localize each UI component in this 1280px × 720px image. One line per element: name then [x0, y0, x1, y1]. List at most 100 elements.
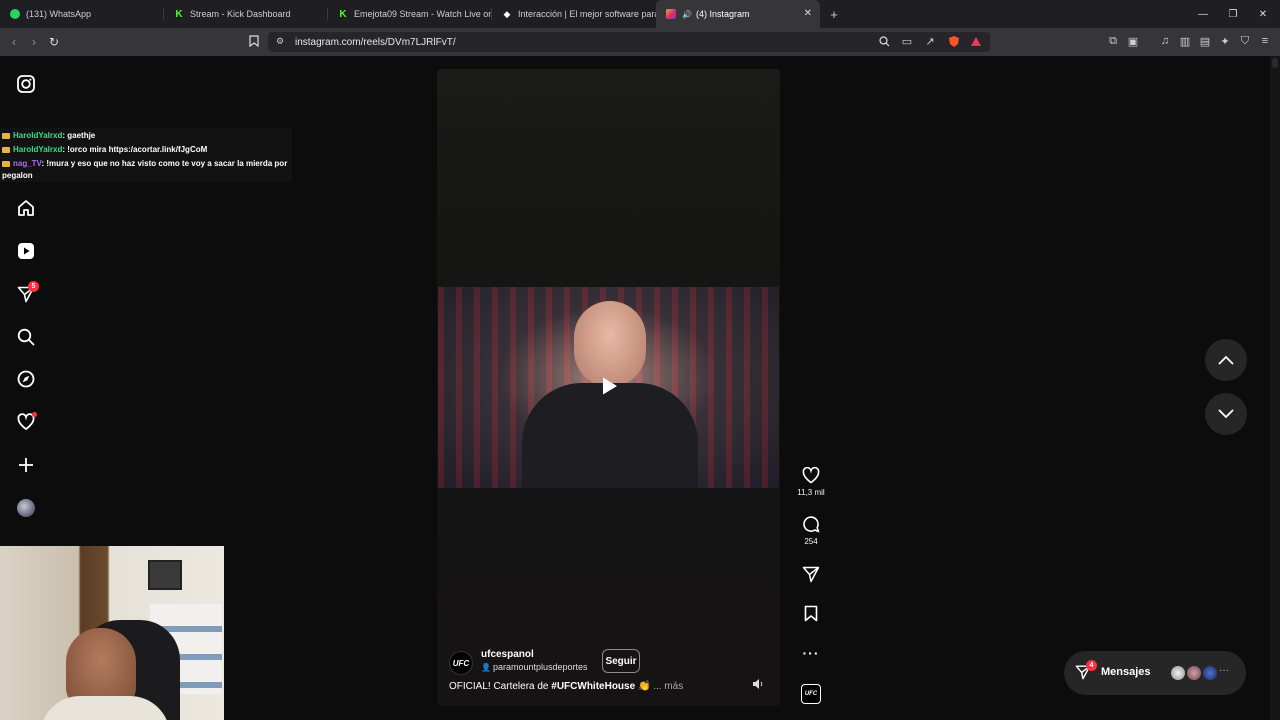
- home-icon[interactable]: [14, 196, 38, 220]
- reels-icon[interactable]: [14, 239, 38, 263]
- kick-icon: K: [175, 8, 183, 20]
- chevron-down-icon: [1218, 409, 1234, 419]
- kick-icon: K: [339, 8, 347, 20]
- notifications-heart-icon[interactable]: [14, 410, 38, 434]
- reload-button[interactable]: ↻: [44, 28, 64, 56]
- account-avatar[interactable]: UFC: [449, 651, 473, 675]
- notification-badge: 5: [28, 281, 39, 292]
- webcam-poster: [148, 560, 182, 590]
- reel-caption[interactable]: OFICIAL! Cartelera de #UFCWhiteHouse 👏 .…: [449, 681, 683, 692]
- reel-video-frame[interactable]: [438, 287, 779, 488]
- share-action[interactable]: [795, 562, 827, 586]
- collaborator-name: paramountplusdeportes: [492, 662, 588, 672]
- tab-instagram[interactable]: 🔊 (4) Instagram ✕: [656, 0, 820, 28]
- minimize-button[interactable]: —: [1188, 0, 1218, 28]
- previous-reel-button[interactable]: [1205, 339, 1247, 381]
- messages-badge: 4: [1086, 660, 1097, 671]
- comment-action[interactable]: 254: [795, 512, 827, 546]
- message-avatar: [1202, 665, 1218, 681]
- site-info-icon[interactable]: ⚙: [276, 36, 284, 47]
- chat-text: : !orco mira https:/acortar.link/fJgCoM: [62, 145, 208, 154]
- sidebar-toggle-icon[interactable]: ▥: [1178, 34, 1192, 48]
- forward-button[interactable]: ›: [24, 28, 44, 56]
- audio-thumbnail[interactable]: UFC: [801, 684, 821, 704]
- save-action[interactable]: [795, 601, 827, 625]
- url-text: instagram.com/reels/DVm7LJRlFvT/: [295, 36, 456, 48]
- chat-badge-icon: [2, 146, 10, 153]
- collaborator-label[interactable]: 👤 paramountplusdeportes: [481, 662, 588, 672]
- new-tab-button[interactable]: +: [824, 7, 844, 22]
- instagram-icon: [666, 9, 676, 19]
- brave-rewards-icon[interactable]: [969, 34, 983, 48]
- cast-icon[interactable]: ▭: [900, 34, 914, 48]
- notification-dot: [32, 412, 37, 417]
- maximize-button[interactable]: ❐: [1218, 0, 1248, 28]
- audio-thumbnail-wrap: UFC: [795, 682, 827, 706]
- diamond-icon: ◆: [503, 8, 511, 19]
- zoom-icon[interactable]: [877, 34, 891, 48]
- wallet-icon[interactable]: ▣: [1126, 34, 1140, 48]
- scrollbar-thumb[interactable]: [1272, 58, 1278, 68]
- profile-avatar[interactable]: [14, 496, 38, 520]
- chat-username: HaroldYalrxd: [13, 145, 63, 154]
- caption-more-link[interactable]: ... más: [653, 681, 683, 692]
- chat-badge-icon: [2, 132, 10, 139]
- tab-kick-stream[interactable]: K Emejota09 Stream - Watch Live on Ki: [328, 0, 492, 28]
- back-button[interactable]: ‹: [4, 28, 24, 56]
- page-scrollbar[interactable]: [1270, 56, 1280, 720]
- tab-whatsapp[interactable]: (131) WhatsApp: [0, 0, 164, 28]
- reel-player[interactable]: UFC ufcespanol 👤 paramountplusdeportes Se…: [437, 69, 780, 706]
- person-icon: 👤: [481, 663, 491, 672]
- follow-button[interactable]: Seguir: [602, 649, 640, 673]
- heart-icon[interactable]: [795, 463, 827, 487]
- send-icon[interactable]: [795, 562, 827, 586]
- tab-interaccion[interactable]: ◆ Interacción | El mejor software para p: [492, 0, 656, 28]
- menu-icon[interactable]: ≡: [1258, 34, 1272, 48]
- tab-label: Stream - Kick Dashboard: [190, 9, 291, 19]
- browser-tab-bar: (131) WhatsApp K Stream - Kick Dashboard…: [0, 0, 1280, 28]
- like-action[interactable]: 11,3 mil: [795, 463, 827, 497]
- close-tab-icon[interactable]: ✕: [804, 8, 812, 19]
- tab-label: Interacción | El mejor software para p: [518, 9, 656, 19]
- comment-icon[interactable]: [795, 512, 827, 536]
- browser-toolbar: ‹ › ↻ ⚙ instagram.com/reels/DVm7LJRlFvT/…: [0, 28, 1280, 56]
- search-icon[interactable]: [14, 325, 38, 349]
- message-avatar: [1170, 665, 1186, 681]
- caption-text: OFICIAL! Cartelera de: [449, 681, 552, 692]
- reading-list-icon[interactable]: ▤: [1198, 34, 1212, 48]
- more-action[interactable]: ···: [795, 641, 827, 665]
- bookmark-icon[interactable]: [247, 34, 261, 48]
- music-icon[interactable]: ♫: [1158, 34, 1172, 48]
- reel-footer: UFC ufcespanol 👤 paramountplusdeportes Se…: [437, 641, 780, 706]
- messages-pill[interactable]: 4 Mensajes ···: [1064, 651, 1246, 695]
- brave-shield-icon[interactable]: [947, 34, 961, 48]
- webcam-overlay: [0, 546, 224, 720]
- caption-hashtag[interactable]: #UFCWhiteHouse: [551, 681, 635, 692]
- comment-count: 254: [804, 537, 818, 546]
- messages-label: Mensajes: [1101, 666, 1151, 678]
- instagram-logo-icon[interactable]: [14, 72, 38, 96]
- account-username[interactable]: ufcespanol: [481, 649, 534, 660]
- audio-action[interactable]: UFC: [795, 682, 827, 706]
- play-icon[interactable]: [598, 375, 620, 397]
- more-options-icon[interactable]: ···: [795, 641, 827, 665]
- tab-kick-dashboard[interactable]: K Stream - Kick Dashboard: [164, 0, 328, 28]
- chat-message: nag_TV: !mura y eso que no haz visto com…: [2, 158, 290, 182]
- next-reel-button[interactable]: [1205, 393, 1247, 435]
- tab-label: Emejota09 Stream - Watch Live on Ki: [354, 9, 492, 19]
- tab-label: (4) Instagram: [695, 9, 750, 19]
- chevron-up-icon: [1218, 355, 1234, 365]
- share-icon[interactable]: ↗: [923, 34, 937, 48]
- chat-username: nag_TV: [13, 159, 42, 168]
- extensions-icon[interactable]: ⧉: [1106, 34, 1120, 48]
- explore-icon[interactable]: [14, 367, 38, 391]
- audio-playing-icon: 🔊: [682, 9, 692, 19]
- direct-messages-icon[interactable]: 5: [14, 281, 39, 306]
- bookmark-save-icon[interactable]: [795, 601, 827, 625]
- chat-username: HaroldYalrxd: [13, 131, 63, 140]
- close-window-button[interactable]: ✕: [1248, 0, 1278, 28]
- create-icon[interactable]: [14, 453, 38, 477]
- vpn-icon[interactable]: ⛉: [1238, 34, 1252, 48]
- leo-ai-icon[interactable]: ✦: [1218, 34, 1232, 48]
- volume-icon[interactable]: [750, 676, 766, 692]
